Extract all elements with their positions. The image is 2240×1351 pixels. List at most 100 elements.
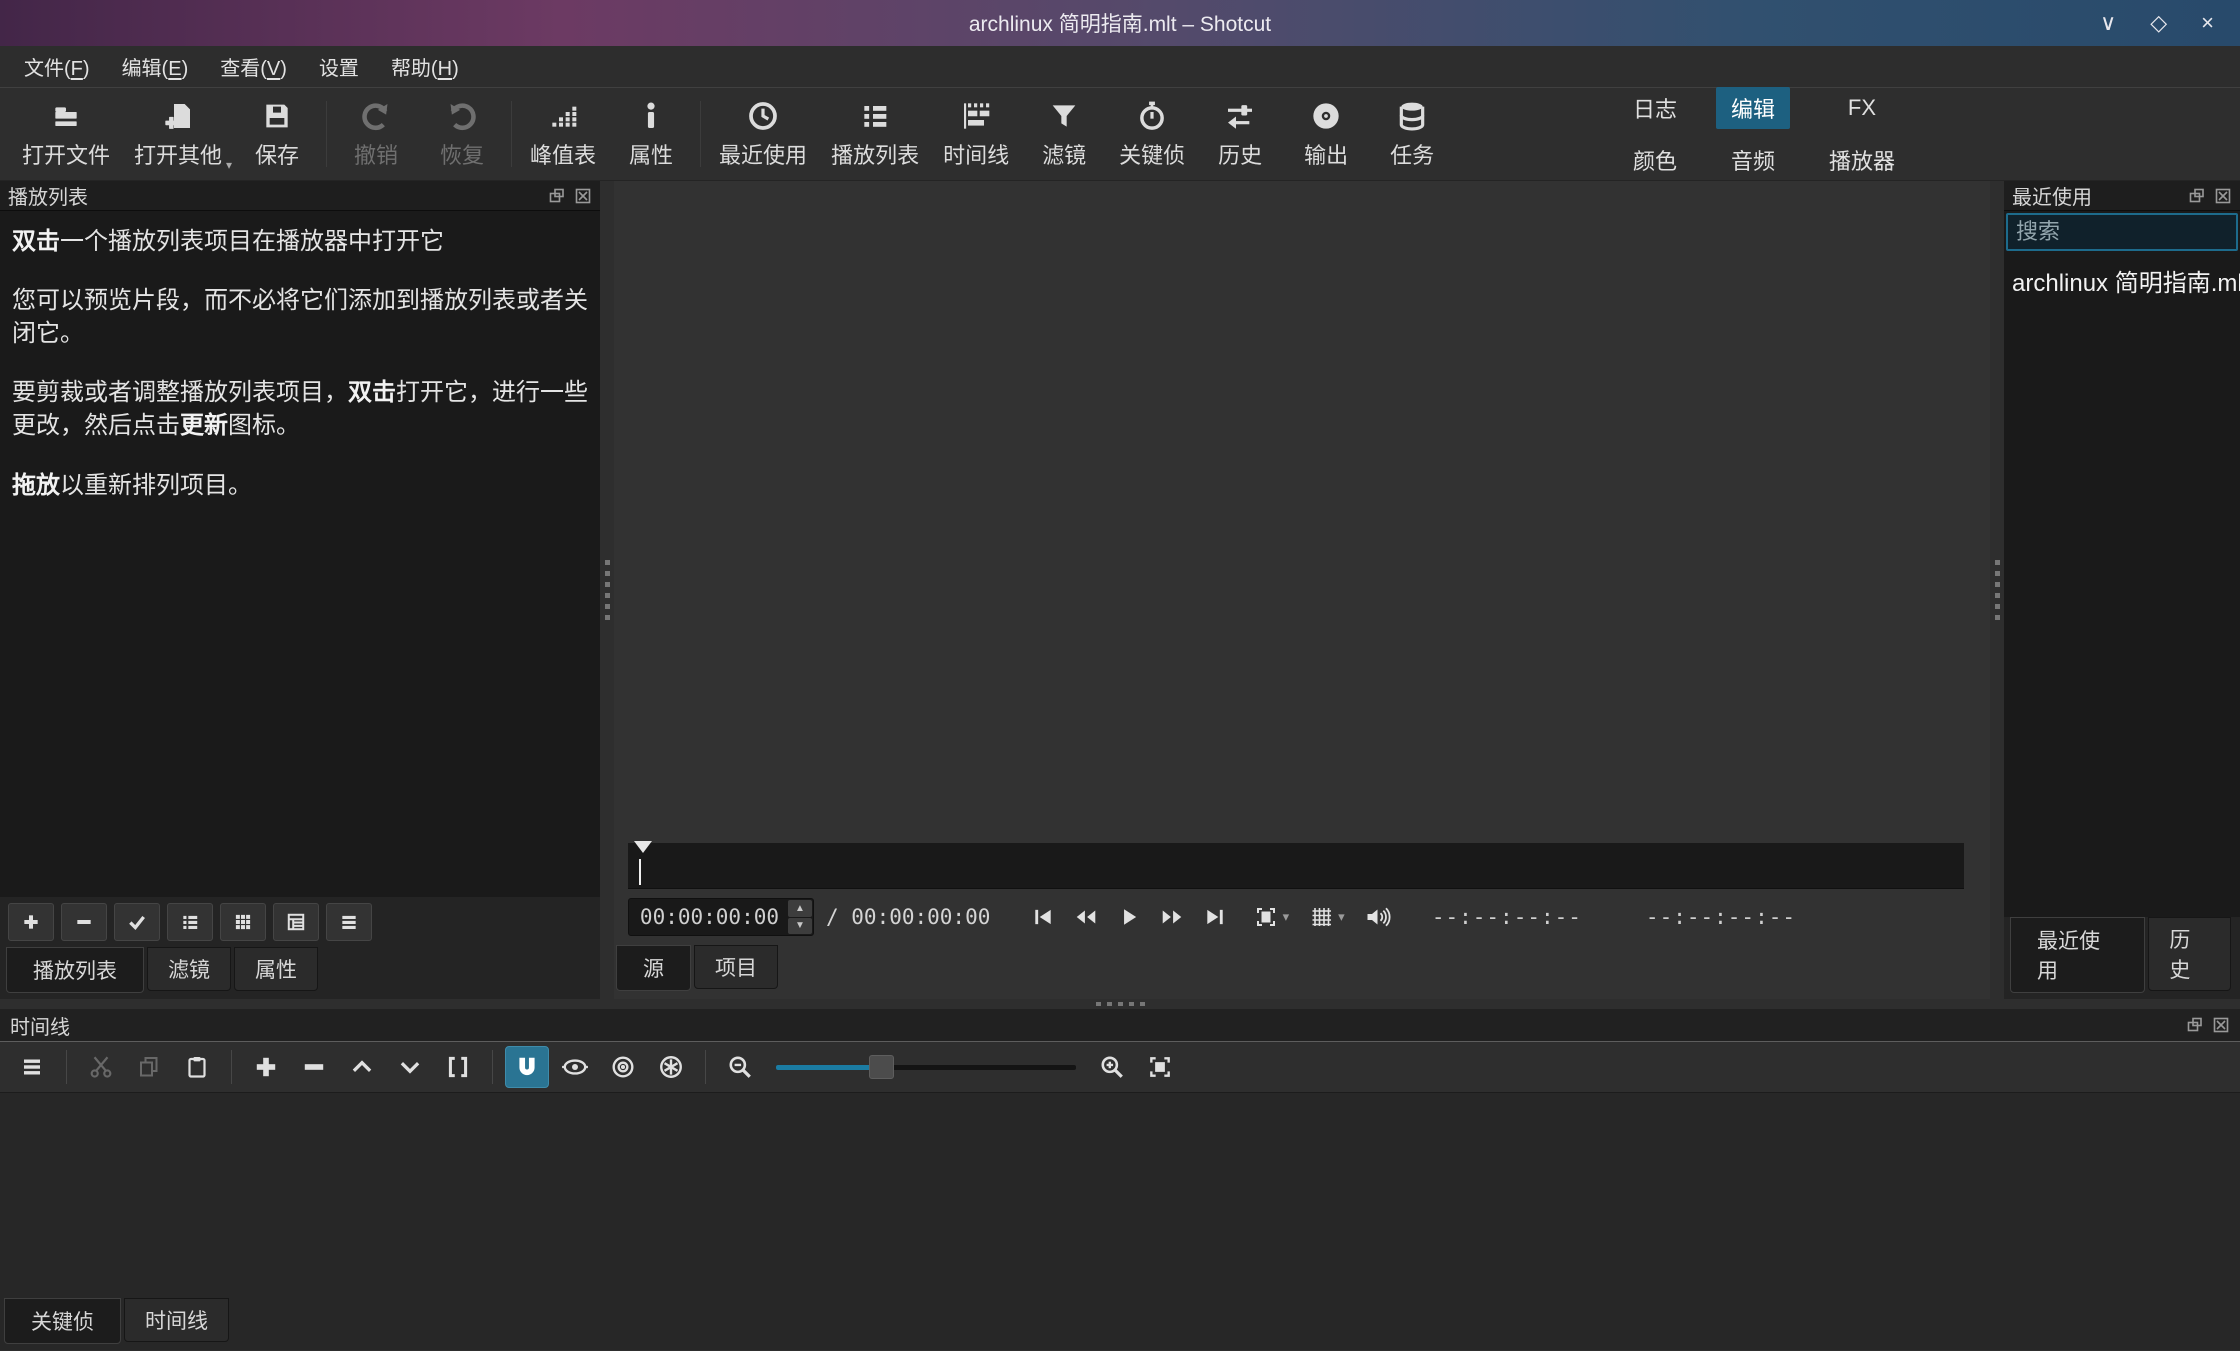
menu-view[interactable]: 查看(V) (204, 46, 303, 87)
left-splitter[interactable] (600, 181, 614, 999)
properties-button[interactable]: 属性 (608, 94, 694, 174)
view-icons-button[interactable] (220, 903, 266, 941)
tab-project[interactable]: 项目 (694, 945, 778, 989)
toolbar-separator (492, 1050, 493, 1084)
spin-down-icon[interactable]: ▼ (788, 918, 812, 935)
recent-item[interactable]: archlinux 简明指南.mlt (2004, 259, 2240, 302)
dock-close-icon[interactable] (2212, 1016, 2230, 1034)
menu-hamburger-button[interactable] (326, 903, 372, 941)
save-button[interactable]: 保存 (234, 94, 320, 174)
tab-history[interactable]: 历史 (2148, 917, 2231, 991)
scrubber-bar[interactable] (628, 843, 1964, 889)
float-icon[interactable] (548, 187, 566, 205)
update-button[interactable] (114, 903, 160, 941)
tab-properties[interactable]: 属性 (234, 947, 318, 991)
snap-button[interactable] (505, 1046, 549, 1088)
rewind-icon[interactable] (1074, 906, 1098, 928)
right-splitter[interactable] (1990, 181, 2004, 999)
jobs-button[interactable]: 任务 (1369, 94, 1455, 174)
zoom-out-button[interactable] (718, 1046, 762, 1088)
redo-button[interactable]: 恢复 (419, 94, 505, 174)
view-details-button[interactable] (167, 903, 213, 941)
overwrite-button[interactable] (388, 1046, 432, 1088)
view-tiles-button[interactable] (273, 903, 319, 941)
tab-filters[interactable]: 滤镜 (147, 947, 231, 991)
player-controls: 00:00:00:00 ▲ ▼ / 00:00:00:00 ▾ (614, 889, 1990, 945)
zoom-slider[interactable] (776, 1055, 1076, 1079)
tab-source[interactable]: 源 (616, 945, 691, 991)
tab-playlist[interactable]: 播放列表 (6, 947, 144, 993)
keyframes-button[interactable]: 关键侦 (1107, 94, 1197, 174)
playlist-button[interactable]: 播放列表 (819, 94, 931, 174)
add-button[interactable] (8, 903, 54, 941)
tab-recent[interactable]: 最近使用 (2010, 917, 2145, 993)
play-icon[interactable] (1118, 906, 1140, 928)
minimize-icon[interactable]: ∨ (2100, 12, 2116, 34)
layout-player-button[interactable]: 播放器 (1814, 139, 1910, 181)
timeline-toolbar (0, 1041, 2240, 1093)
open-other-button[interactable]: 打开其他 ▾ (122, 94, 234, 174)
close-icon[interactable]: × (2201, 12, 2214, 34)
undo-button[interactable]: 撤销 (333, 94, 419, 174)
volume-icon[interactable] (1365, 905, 1391, 929)
history-button[interactable]: 历史 (1197, 94, 1283, 174)
zoom-in-button[interactable] (1090, 1046, 1134, 1088)
layout-audio-button[interactable]: 音频 (1716, 139, 1790, 181)
float-icon[interactable] (2186, 1016, 2204, 1034)
open-file-button[interactable]: 打开文件 (10, 94, 122, 174)
menu-edit[interactable]: 编辑(E) (106, 46, 205, 87)
fast-forward-icon[interactable] (1160, 906, 1184, 928)
float-icon[interactable] (2188, 187, 2206, 205)
remove-button[interactable] (61, 903, 107, 941)
player-zoom-button[interactable]: ▾ (1254, 905, 1290, 929)
layout-editing-button[interactable]: 编辑 (1716, 87, 1790, 129)
menu-help[interactable]: 帮助(H) (375, 46, 475, 87)
spin-up-icon[interactable]: ▲ (788, 900, 812, 917)
toolbar-separator (326, 101, 327, 167)
peak-meter-icon (547, 98, 579, 134)
peak-meter-button[interactable]: 峰值表 (518, 94, 608, 174)
skip-end-icon[interactable] (1204, 906, 1226, 928)
toolbar-separator (705, 1050, 706, 1084)
menu-settings[interactable]: 设置 (303, 46, 375, 87)
tab-timeline[interactable]: 时间线 (124, 1298, 229, 1342)
playlist-actions (0, 897, 600, 947)
timeline-menu-button[interactable] (10, 1046, 54, 1088)
menu-file[interactable]: 文件(F) (8, 46, 106, 87)
timecode-value[interactable]: 00:00:00:00 (629, 899, 787, 935)
playhead-icon[interactable] (634, 841, 652, 853)
dock-close-icon[interactable] (574, 187, 592, 205)
split-button[interactable] (436, 1046, 480, 1088)
paste-button[interactable] (175, 1046, 219, 1088)
timeline-tracks-area[interactable] (0, 1093, 2240, 1298)
lift-button[interactable] (340, 1046, 384, 1088)
search-input[interactable] (2006, 213, 2238, 251)
layout-color-button[interactable]: 颜色 (1618, 139, 1692, 181)
export-button[interactable]: 输出 (1283, 94, 1369, 174)
ripple-delete-button[interactable] (292, 1046, 336, 1088)
playlist-panel-header: 播放列表 (0, 181, 600, 211)
tab-keyframes[interactable]: 关键侦 (4, 1298, 121, 1344)
cut-button[interactable] (79, 1046, 123, 1088)
grid-button[interactable]: ▾ (1309, 905, 1345, 929)
horizontal-splitter[interactable] (0, 999, 2240, 1009)
zoom-fit-button[interactable] (1138, 1046, 1182, 1088)
maximize-icon[interactable]: ◇ (2150, 12, 2167, 34)
recent-button[interactable]: 最近使用 (707, 94, 819, 174)
timeline-button[interactable]: 时间线 (931, 94, 1021, 174)
stopwatch-icon (1136, 98, 1168, 134)
scrub-while-dragging-button[interactable] (553, 1046, 597, 1088)
append-button[interactable] (244, 1046, 288, 1088)
ripple-button[interactable] (601, 1046, 645, 1088)
layout-logging-button[interactable]: 日志 (1618, 87, 1692, 129)
copy-button[interactable] (127, 1046, 171, 1088)
ripple-all-tracks-button[interactable] (649, 1046, 693, 1088)
skip-start-icon[interactable] (1032, 906, 1054, 928)
zoom-slider-handle[interactable] (869, 1055, 894, 1079)
filters-button[interactable]: 滤镜 (1021, 94, 1107, 174)
dropdown-caret-icon: ▾ (226, 158, 232, 172)
dock-close-icon[interactable] (2214, 187, 2232, 205)
timecode-spinner[interactable]: 00:00:00:00 ▲ ▼ (628, 898, 814, 936)
layout-fx-button[interactable]: FX (1833, 90, 1891, 126)
in-point-timecode: --:--:--:-- (1432, 905, 1582, 929)
